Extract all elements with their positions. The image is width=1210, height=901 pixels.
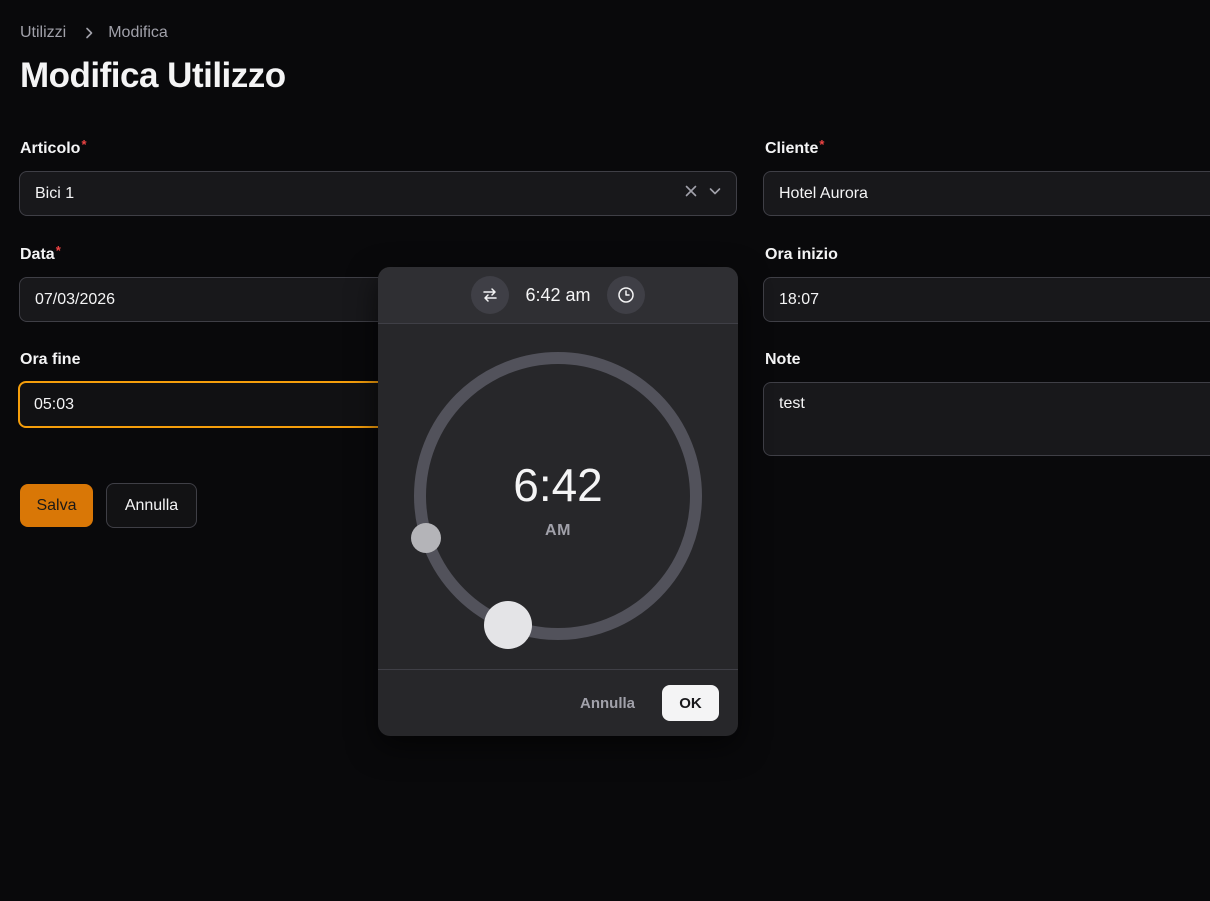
time-dial[interactable]: 6:42 AM xyxy=(378,324,738,669)
note-label-text: Note xyxy=(765,351,801,368)
required-mark: * xyxy=(55,243,61,258)
cliente-label: Cliente* xyxy=(765,137,825,158)
ora-inizio-input[interactable]: 18:07 xyxy=(763,277,1210,322)
articolo-label: Articolo* xyxy=(20,137,87,158)
cancel-button[interactable]: Annulla xyxy=(106,483,197,528)
page: Utilizzi Modifica Modifica Utilizzo Arti… xyxy=(0,0,1210,901)
breadcrumb-current: Modifica xyxy=(108,24,168,41)
articolo-label-text: Articolo xyxy=(20,140,81,157)
articolo-select-value: Bici 1 xyxy=(35,184,75,202)
time-picker-ok-button[interactable]: OK xyxy=(662,685,719,721)
required-mark: * xyxy=(819,137,825,152)
cliente-input[interactable]: Hotel Aurora xyxy=(763,171,1210,216)
ora-fine-label: Ora fine xyxy=(20,351,80,369)
time-picker-footer: Annulla OK xyxy=(378,669,738,736)
ora-inizio-label-text: Ora inizio xyxy=(765,246,838,263)
time-picker-header-time: 6:42 am xyxy=(525,284,591,305)
cliente-input-value: Hotel Aurora xyxy=(779,184,868,202)
time-picker-header: 6:42 am xyxy=(378,267,738,324)
clock-icon[interactable] xyxy=(606,276,645,314)
data-label: Data* xyxy=(20,243,61,264)
ora-inizio-input-value: 18:07 xyxy=(779,290,820,308)
note-textarea-value: test xyxy=(779,395,805,412)
hour-handle[interactable] xyxy=(411,523,441,553)
ora-inizio-label: Ora inizio xyxy=(765,246,838,264)
note-label: Note xyxy=(765,351,801,369)
breadcrumb-link-utilizzi[interactable]: Utilizzi xyxy=(20,24,66,42)
breadcrumb: Utilizzi Modifica xyxy=(20,24,168,42)
data-input-value: 07/03/2026 xyxy=(35,290,116,308)
save-button[interactable]: Salva xyxy=(20,484,93,527)
time-picker: 6:42 am 6:42 AM Annulla OK xyxy=(378,267,738,736)
dial-time-display: 6:42 xyxy=(513,459,603,511)
cliente-label-text: Cliente xyxy=(765,140,819,157)
chevron-down-icon[interactable] xyxy=(708,184,722,203)
articolo-select[interactable]: Bici 1 xyxy=(19,171,737,216)
data-label-text: Data xyxy=(20,246,55,263)
select-controls xyxy=(684,172,722,215)
required-mark: * xyxy=(81,137,87,152)
ora-fine-input-value: 05:03 xyxy=(34,395,75,413)
time-picker-cancel-button[interactable]: Annulla xyxy=(580,695,635,712)
close-icon[interactable] xyxy=(684,184,698,203)
chevron-right-icon xyxy=(84,27,94,39)
swap-arrows-icon[interactable] xyxy=(471,276,510,314)
page-title: Modifica Utilizzo xyxy=(20,56,286,95)
minute-handle[interactable] xyxy=(484,601,532,649)
ora-fine-label-text: Ora fine xyxy=(20,351,81,368)
note-textarea[interactable]: test xyxy=(763,382,1210,456)
